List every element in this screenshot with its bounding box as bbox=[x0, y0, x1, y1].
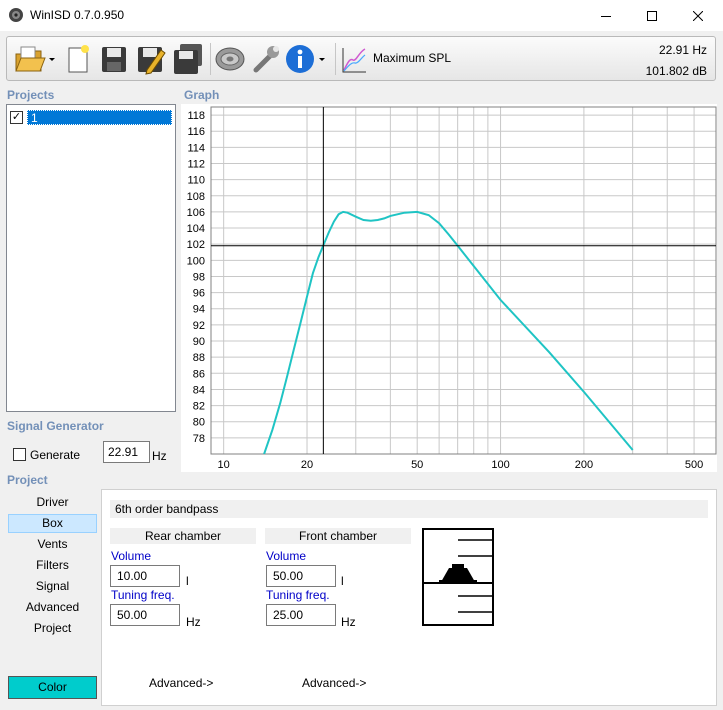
window-title: WinISD 0.7.0.950 bbox=[30, 8, 125, 22]
y-tick-label: 116 bbox=[187, 126, 205, 138]
y-tick-label: 100 bbox=[187, 255, 205, 267]
generator-frequency-unit: Hz bbox=[152, 449, 167, 463]
rear-tuning-label: Tuning freq. bbox=[111, 588, 175, 602]
open-folder-icon[interactable] bbox=[13, 42, 57, 76]
maximize-button[interactable] bbox=[629, 0, 675, 31]
cursor-frequency-readout: 22.91 Hz bbox=[658, 43, 707, 57]
y-tick-label: 92 bbox=[193, 320, 205, 332]
y-tick-label: 80 bbox=[193, 417, 205, 429]
edit-icon[interactable] bbox=[135, 42, 167, 76]
plot-frame bbox=[210, 106, 717, 455]
info-icon[interactable] bbox=[283, 42, 327, 76]
spl-chart-icon[interactable] bbox=[340, 42, 368, 76]
front-chamber-header: Front chamber bbox=[265, 528, 411, 544]
y-tick-label: 106 bbox=[187, 207, 205, 219]
y-tick-label: 102 bbox=[187, 239, 205, 251]
projects-list: ✓ 1 bbox=[6, 104, 176, 412]
rear-tuning-unit: Hz bbox=[186, 615, 201, 629]
speaker-app-icon bbox=[9, 8, 23, 22]
y-tick-label: 94 bbox=[193, 304, 205, 316]
y-tick-label: 78 bbox=[193, 433, 205, 445]
y-tick-label: 112 bbox=[187, 158, 205, 170]
x-tick-label: 50 bbox=[411, 459, 423, 471]
y-tick-label: 90 bbox=[193, 336, 205, 348]
rear-volume-unit: l bbox=[186, 574, 189, 588]
front-tuning-label: Tuning freq. bbox=[266, 588, 330, 602]
rear-chamber-header: Rear chamber bbox=[110, 528, 256, 544]
chart-mode-label[interactable]: Maximum SPL bbox=[373, 51, 451, 65]
front-volume-input[interactable]: 50.00 bbox=[266, 565, 336, 587]
spl-graph[interactable]: 78 80 82 84 86 88 90 92 94 96 98 100 102 104 106 108 110… bbox=[181, 104, 717, 472]
new-document-icon[interactable] bbox=[63, 42, 93, 76]
front-advanced-link[interactable]: Advanced-> bbox=[302, 676, 366, 690]
cursor-level-readout: 101.802 dB bbox=[645, 64, 707, 78]
maximize-icon bbox=[647, 10, 657, 21]
rear-advanced-link[interactable]: Advanced-> bbox=[149, 676, 213, 690]
projects-heading: Projects bbox=[7, 88, 55, 102]
y-tick-label: 84 bbox=[193, 384, 205, 396]
x-tick-label: 500 bbox=[685, 459, 703, 471]
front-volume-label: Volume bbox=[266, 549, 307, 563]
x-tick-label: 200 bbox=[575, 459, 593, 471]
nav-box[interactable]: Box bbox=[8, 514, 97, 533]
y-tick-label: 86 bbox=[193, 368, 205, 380]
color-button[interactable]: Color bbox=[8, 676, 97, 699]
generate-checkbox[interactable] bbox=[13, 448, 26, 461]
box-type-label[interactable]: 6th order bandpass bbox=[110, 500, 708, 518]
x-tick-label: 100 bbox=[491, 459, 509, 471]
front-volume-unit: l bbox=[341, 574, 344, 588]
nav-advanced[interactable]: Advanced bbox=[8, 598, 97, 617]
save-all-icon[interactable] bbox=[171, 42, 205, 76]
nav-driver[interactable]: Driver bbox=[8, 493, 97, 512]
front-tuning-input[interactable]: 25.00 bbox=[266, 604, 336, 626]
signal-generator-heading: Signal Generator bbox=[7, 419, 104, 433]
y-tick-label: 104 bbox=[187, 223, 205, 235]
nav-vents[interactable]: Vents bbox=[8, 535, 97, 554]
y-tick-label: 118 bbox=[187, 110, 205, 122]
y-tick-label: 98 bbox=[193, 271, 205, 283]
x-tick-label: 20 bbox=[301, 459, 313, 471]
minimize-icon bbox=[601, 15, 611, 17]
minimize-button[interactable] bbox=[583, 0, 629, 31]
project-item[interactable]: 1 bbox=[27, 110, 172, 125]
toolbar-separator bbox=[335, 43, 336, 75]
driver-icon[interactable] bbox=[213, 42, 247, 76]
box-panel: 6th order bandpass Rear chamber Volume 1… bbox=[101, 489, 717, 706]
y-tick-label: 114 bbox=[187, 142, 205, 154]
rear-tuning-input[interactable]: 50.00 bbox=[110, 604, 180, 626]
generate-label: Generate bbox=[30, 448, 81, 462]
generator-frequency-input[interactable]: 22.91 bbox=[103, 441, 150, 463]
y-tick-label: 110 bbox=[187, 175, 205, 187]
toolbar-separator bbox=[210, 43, 211, 75]
y-tick-label: 108 bbox=[187, 191, 205, 203]
x-tick-label: 10 bbox=[218, 459, 230, 471]
rear-volume-input[interactable]: 10.00 bbox=[110, 565, 180, 587]
project-heading: Project bbox=[7, 473, 48, 487]
nav-project[interactable]: Project bbox=[8, 619, 97, 638]
nav-signal[interactable]: Signal bbox=[8, 577, 97, 596]
y-tick-label: 96 bbox=[193, 288, 205, 300]
toolbar: Maximum SPL 22.91 Hz 101.802 dB bbox=[6, 36, 716, 81]
project-checkbox[interactable]: ✓ bbox=[10, 111, 23, 124]
rear-volume-label: Volume bbox=[111, 549, 152, 563]
title-bar: WinISD 0.7.0.950 bbox=[0, 0, 723, 31]
spl-curve bbox=[263, 210, 634, 454]
y-tick-label: 82 bbox=[193, 401, 205, 413]
graph-heading: Graph bbox=[184, 88, 220, 102]
y-tick-label: 88 bbox=[193, 352, 205, 364]
close-button[interactable] bbox=[675, 0, 721, 31]
front-tuning-unit: Hz bbox=[341, 615, 356, 629]
close-icon bbox=[693, 10, 703, 21]
bandpass-box-diagram bbox=[422, 528, 494, 626]
nav-filters[interactable]: Filters bbox=[8, 556, 97, 575]
save-icon[interactable] bbox=[99, 42, 129, 76]
wrench-icon[interactable] bbox=[249, 42, 283, 76]
